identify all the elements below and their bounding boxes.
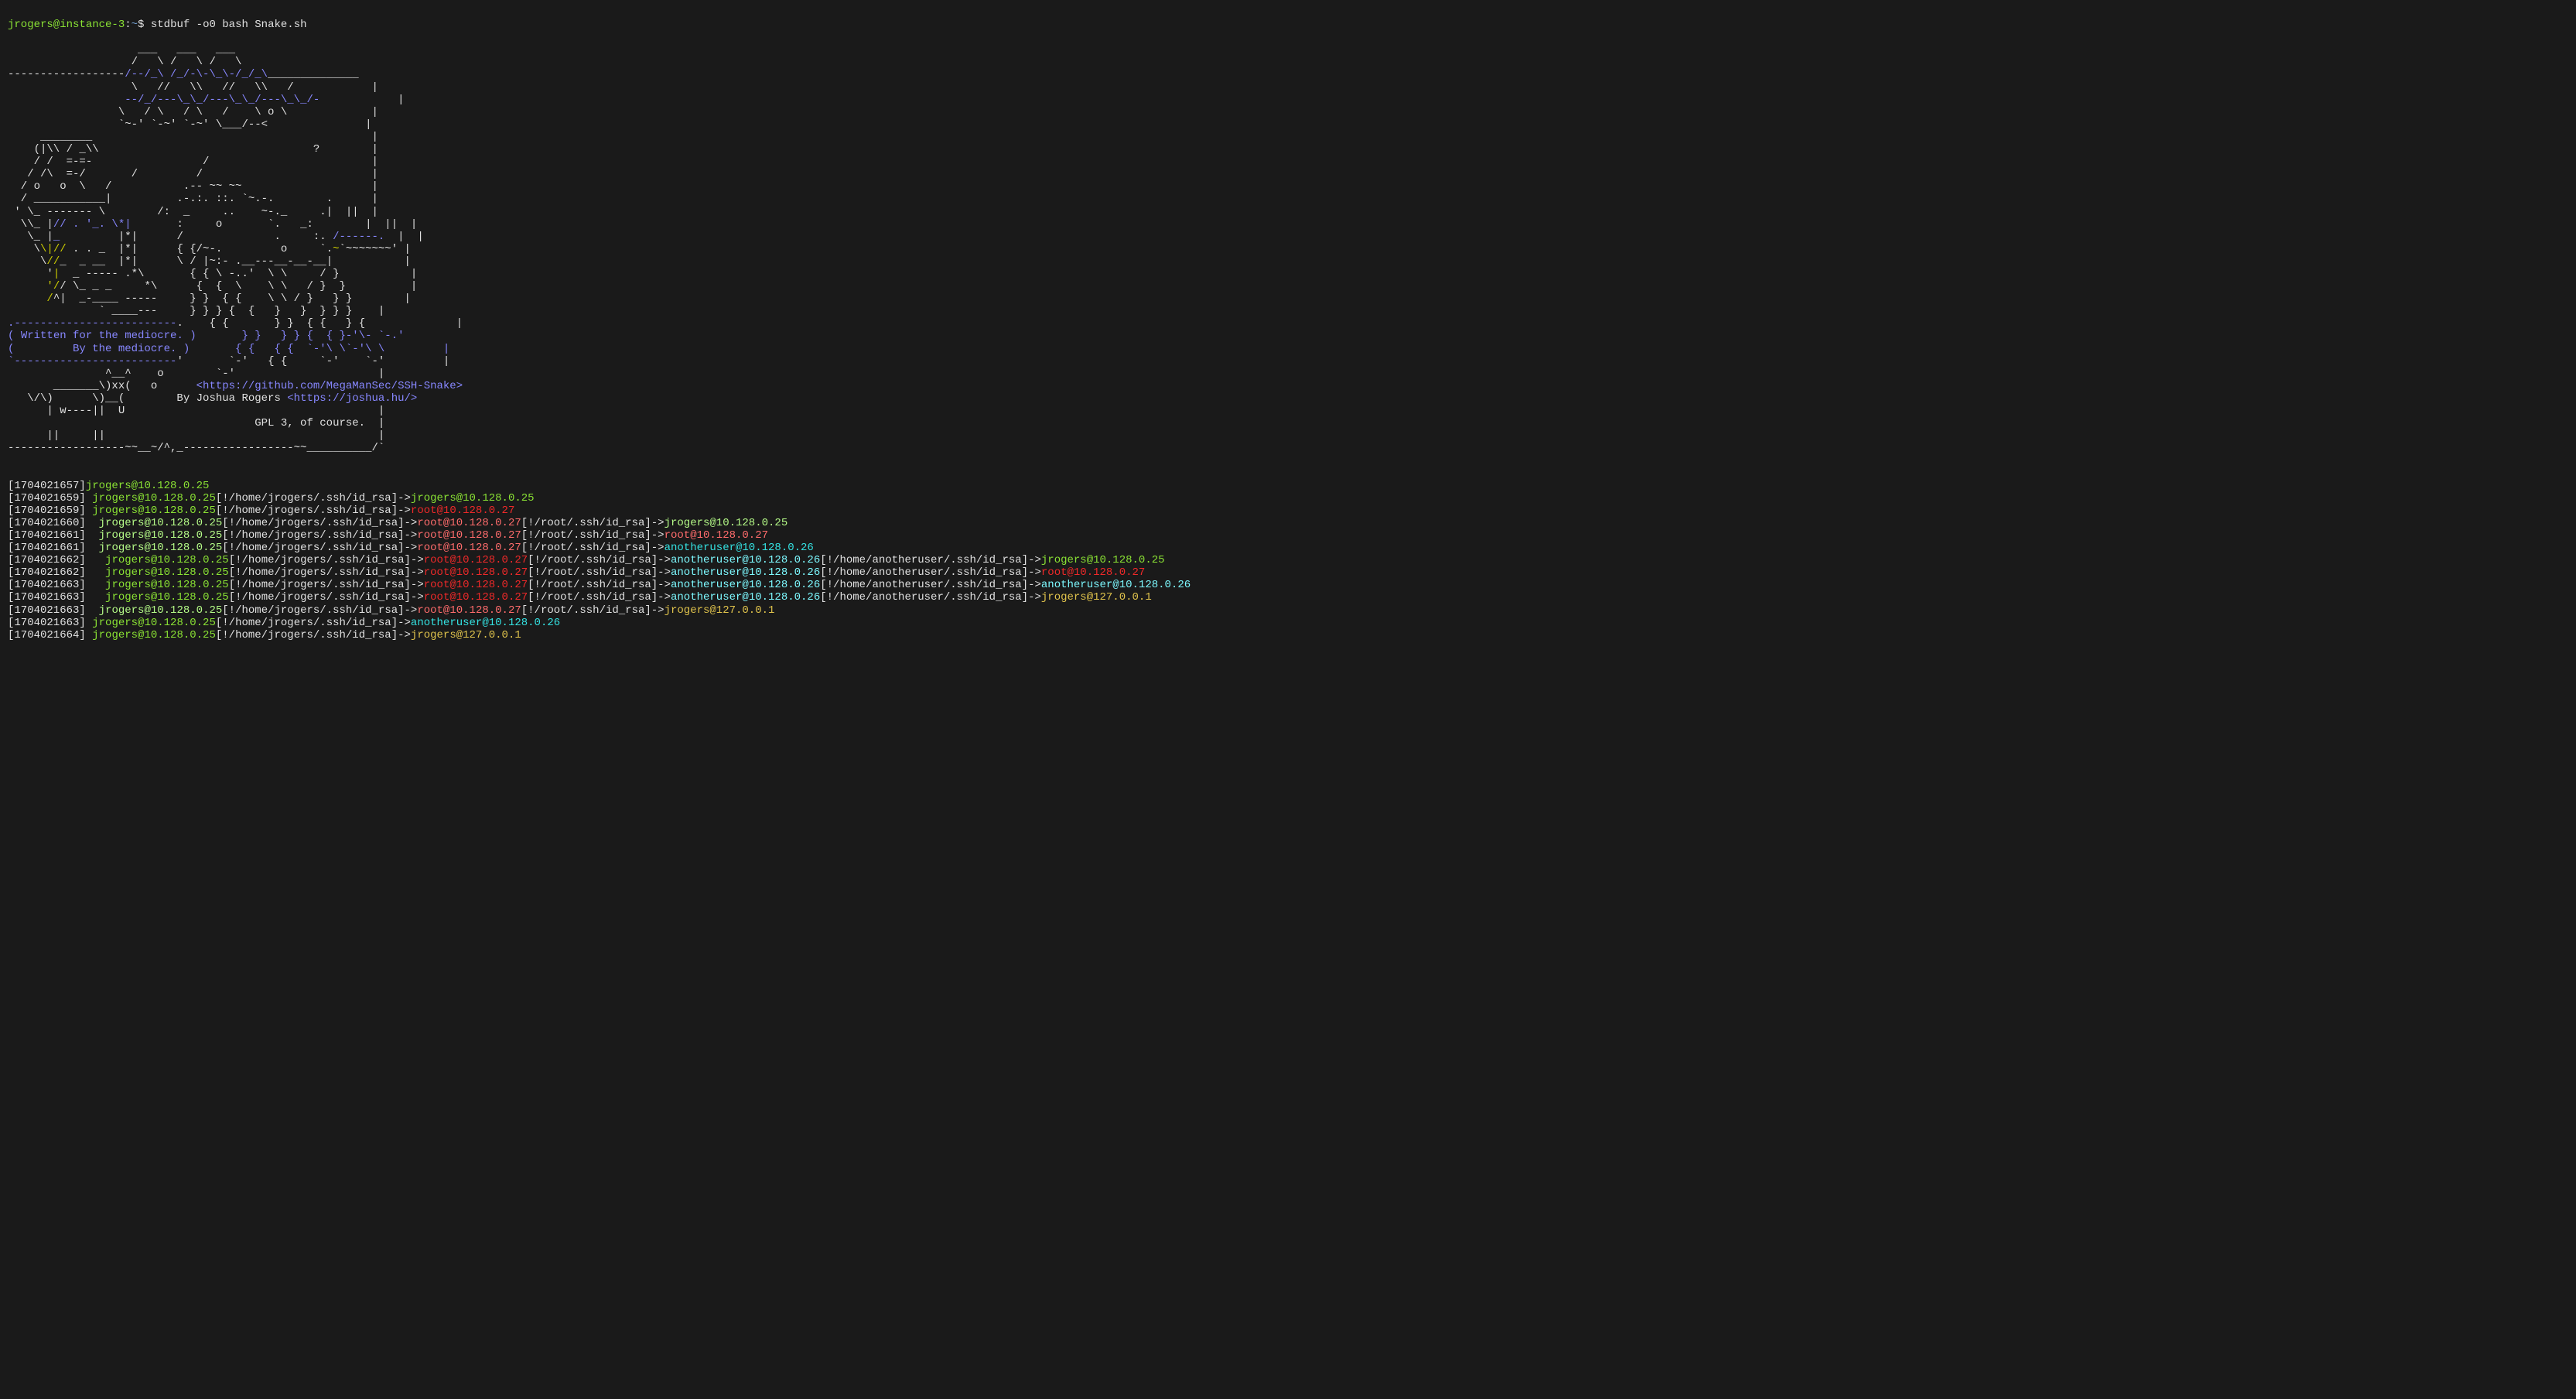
- log-timestamp: [1704021663]: [8, 591, 86, 604]
- host-segment: root@10.128.0.27: [417, 542, 521, 554]
- host-segment: jrogers@10.128.0.25: [92, 492, 216, 505]
- path-segment: [!/root/.ssh/id_rsa]->: [521, 517, 664, 529]
- host-segment: root@10.128.0.27: [417, 604, 521, 617]
- log-timestamp: [1704021662]: [8, 554, 86, 566]
- path-segment: [!/home/jrogers/.ssh/id_rsa]->: [222, 604, 417, 617]
- path-segment: [!/home/jrogers/.ssh/id_rsa]->: [222, 542, 417, 554]
- host-segment: root@10.128.0.27: [664, 529, 768, 542]
- log-timestamp: [1704021659]: [8, 492, 86, 505]
- shell-command: stdbuf -o0 bash Snake.sh: [151, 19, 307, 31]
- host-segment: jrogers@10.128.0.25: [99, 604, 223, 617]
- host-segment: jrogers@10.128.0.25: [99, 529, 223, 542]
- log-timestamp: [1704021661]: [8, 529, 86, 542]
- host-segment: jrogers@10.128.0.25: [86, 480, 210, 492]
- host-segment: root@10.128.0.27: [1041, 566, 1145, 579]
- log-line: [1704021657]jrogers@10.128.0.25: [8, 480, 2568, 492]
- host-segment: anotheruser@10.128.0.26: [664, 542, 814, 554]
- host-segment: jrogers@127.0.0.1: [1041, 591, 1152, 604]
- path-segment: [!/home/jrogers/.ssh/id_rsa]->: [216, 629, 411, 641]
- github-url[interactable]: <https://github.com/MegaManSec/SSH-Snake…: [196, 380, 463, 392]
- host-segment: root@10.128.0.27: [424, 566, 528, 579]
- log-timestamp: [1704021664]: [8, 629, 86, 641]
- shell-prompt: jrogers@instance-3:~$: [8, 19, 151, 31]
- log-timestamp: [1704021663]: [8, 604, 86, 617]
- path-segment: [!/home/jrogers/.ssh/id_rsa]->: [229, 566, 424, 579]
- host-segment: anotheruser@10.128.0.26: [671, 554, 820, 566]
- log-line: [1704021663] jrogers@10.128.0.25[!/home/…: [8, 579, 2568, 591]
- host-segment: jrogers@127.0.0.1: [411, 629, 521, 641]
- path-segment: [!/home/jrogers/.ssh/id_rsa]->: [222, 529, 417, 542]
- host-segment: anotheruser@10.128.0.26: [671, 579, 820, 591]
- path-segment: [!/home/jrogers/.ssh/id_rsa]->: [216, 492, 411, 505]
- path-segment: [!/home/jrogers/.ssh/id_rsa]->: [222, 517, 417, 529]
- host-segment: jrogers@10.128.0.25: [99, 517, 223, 529]
- path-segment: [!/root/.ssh/id_rsa]->: [528, 554, 671, 566]
- log-line: [1704021659] jrogers@10.128.0.25[!/home/…: [8, 492, 2568, 505]
- log-timestamp: [1704021659]: [8, 505, 86, 517]
- log-line: [1704021664] jrogers@10.128.0.25[!/home/…: [8, 629, 2568, 641]
- host-segment: jrogers@10.128.0.25: [92, 505, 216, 517]
- path-segment: [!/home/anotheruser/.ssh/id_rsa]->: [820, 554, 1041, 566]
- path-segment: [!/home/jrogers/.ssh/id_rsa]->: [229, 554, 424, 566]
- host-segment: jrogers@10.128.0.25: [99, 542, 223, 554]
- path-segment: [!/root/.ssh/id_rsa]->: [528, 579, 671, 591]
- log-line: [1704021661] jrogers@10.128.0.25[!/home/…: [8, 542, 2568, 554]
- log-line: [1704021659] jrogers@10.128.0.25[!/home/…: [8, 505, 2568, 517]
- log-line: [1704021663] jrogers@10.128.0.25[!/home/…: [8, 604, 2568, 617]
- prompt-dollar: $: [138, 19, 144, 31]
- log-timestamp: [1704021663]: [8, 579, 86, 591]
- host-segment: jrogers@10.128.0.25: [92, 617, 216, 629]
- host-segment: jrogers@127.0.0.1: [664, 604, 775, 617]
- terminal-output: jrogers@instance-3:~$ stdbuf -o0 bash Sn…: [0, 0, 2576, 660]
- host-segment: anotheruser@10.128.0.26: [671, 591, 820, 604]
- log-timestamp: [1704021662]: [8, 566, 86, 579]
- prompt-path: ~: [132, 19, 138, 31]
- log-timestamp: [1704021657]: [8, 480, 86, 492]
- prompt-user-host: jrogers@instance-3: [8, 19, 125, 31]
- path-segment: [!/root/.ssh/id_rsa]->: [521, 604, 664, 617]
- host-segment: anotheruser@10.128.0.26: [671, 566, 820, 579]
- path-segment: [!/root/.ssh/id_rsa]->: [521, 542, 664, 554]
- host-segment: jrogers@10.128.0.25: [105, 566, 229, 579]
- host-segment: jrogers@10.128.0.25: [105, 554, 229, 566]
- path-segment: [!/home/anotheruser/.ssh/id_rsa]->: [820, 591, 1041, 604]
- host-segment: jrogers@10.128.0.25: [411, 492, 535, 505]
- log-timestamp: [1704021663]: [8, 617, 86, 629]
- host-segment: anotheruser@10.128.0.26: [411, 617, 560, 629]
- path-segment: [!/home/jrogers/.ssh/id_rsa]->: [229, 591, 424, 604]
- log-line: [1704021663] jrogers@10.128.0.25[!/home/…: [8, 617, 2568, 629]
- path-segment: [!/home/anotheruser/.ssh/id_rsa]->: [820, 566, 1041, 579]
- host-segment: root@10.128.0.27: [417, 517, 521, 529]
- log-line: [1704021662] jrogers@10.128.0.25[!/home/…: [8, 554, 2568, 566]
- prompt-separator: :: [125, 19, 131, 31]
- host-segment: jrogers@10.128.0.25: [664, 517, 788, 529]
- host-segment: jrogers@10.128.0.25: [105, 579, 229, 591]
- path-segment: [!/root/.ssh/id_rsa]->: [528, 591, 671, 604]
- host-segment: jrogers@10.128.0.25: [105, 591, 229, 604]
- host-segment: root@10.128.0.27: [424, 579, 528, 591]
- host-segment: root@10.128.0.27: [424, 554, 528, 566]
- host-segment: jrogers@10.128.0.25: [1041, 554, 1165, 566]
- log-timestamp: [1704021660]: [8, 517, 86, 529]
- author-url[interactable]: <https://joshua.hu/>: [287, 392, 417, 405]
- log-output: [1704021657]jrogers@10.128.0.25[17040216…: [8, 480, 2568, 641]
- path-segment: [!/home/jrogers/.ssh/id_rsa]->: [216, 617, 411, 629]
- log-line: [1704021663] jrogers@10.128.0.25[!/home/…: [8, 591, 2568, 604]
- host-segment: jrogers@10.128.0.25: [92, 629, 216, 641]
- host-segment: root@10.128.0.27: [411, 505, 514, 517]
- ascii-art-banner: ___ ___ ___ / \ / \ / \ ----------------…: [8, 43, 2568, 454]
- path-segment: [!/home/anotheruser/.ssh/id_rsa]->: [820, 579, 1041, 591]
- path-segment: [!/home/jrogers/.ssh/id_rsa]->: [229, 579, 424, 591]
- log-timestamp: [1704021661]: [8, 542, 86, 554]
- log-line: [1704021662] jrogers@10.128.0.25[!/home/…: [8, 566, 2568, 579]
- log-line: [1704021660] jrogers@10.128.0.25[!/home/…: [8, 517, 2568, 529]
- path-segment: [!/root/.ssh/id_rsa]->: [528, 566, 671, 579]
- log-line: [1704021661] jrogers@10.128.0.25[!/home/…: [8, 529, 2568, 542]
- host-segment: anotheruser@10.128.0.26: [1041, 579, 1191, 591]
- path-segment: [!/root/.ssh/id_rsa]->: [521, 529, 664, 542]
- host-segment: root@10.128.0.27: [424, 591, 528, 604]
- path-segment: [!/home/jrogers/.ssh/id_rsa]->: [216, 505, 411, 517]
- host-segment: root@10.128.0.27: [417, 529, 521, 542]
